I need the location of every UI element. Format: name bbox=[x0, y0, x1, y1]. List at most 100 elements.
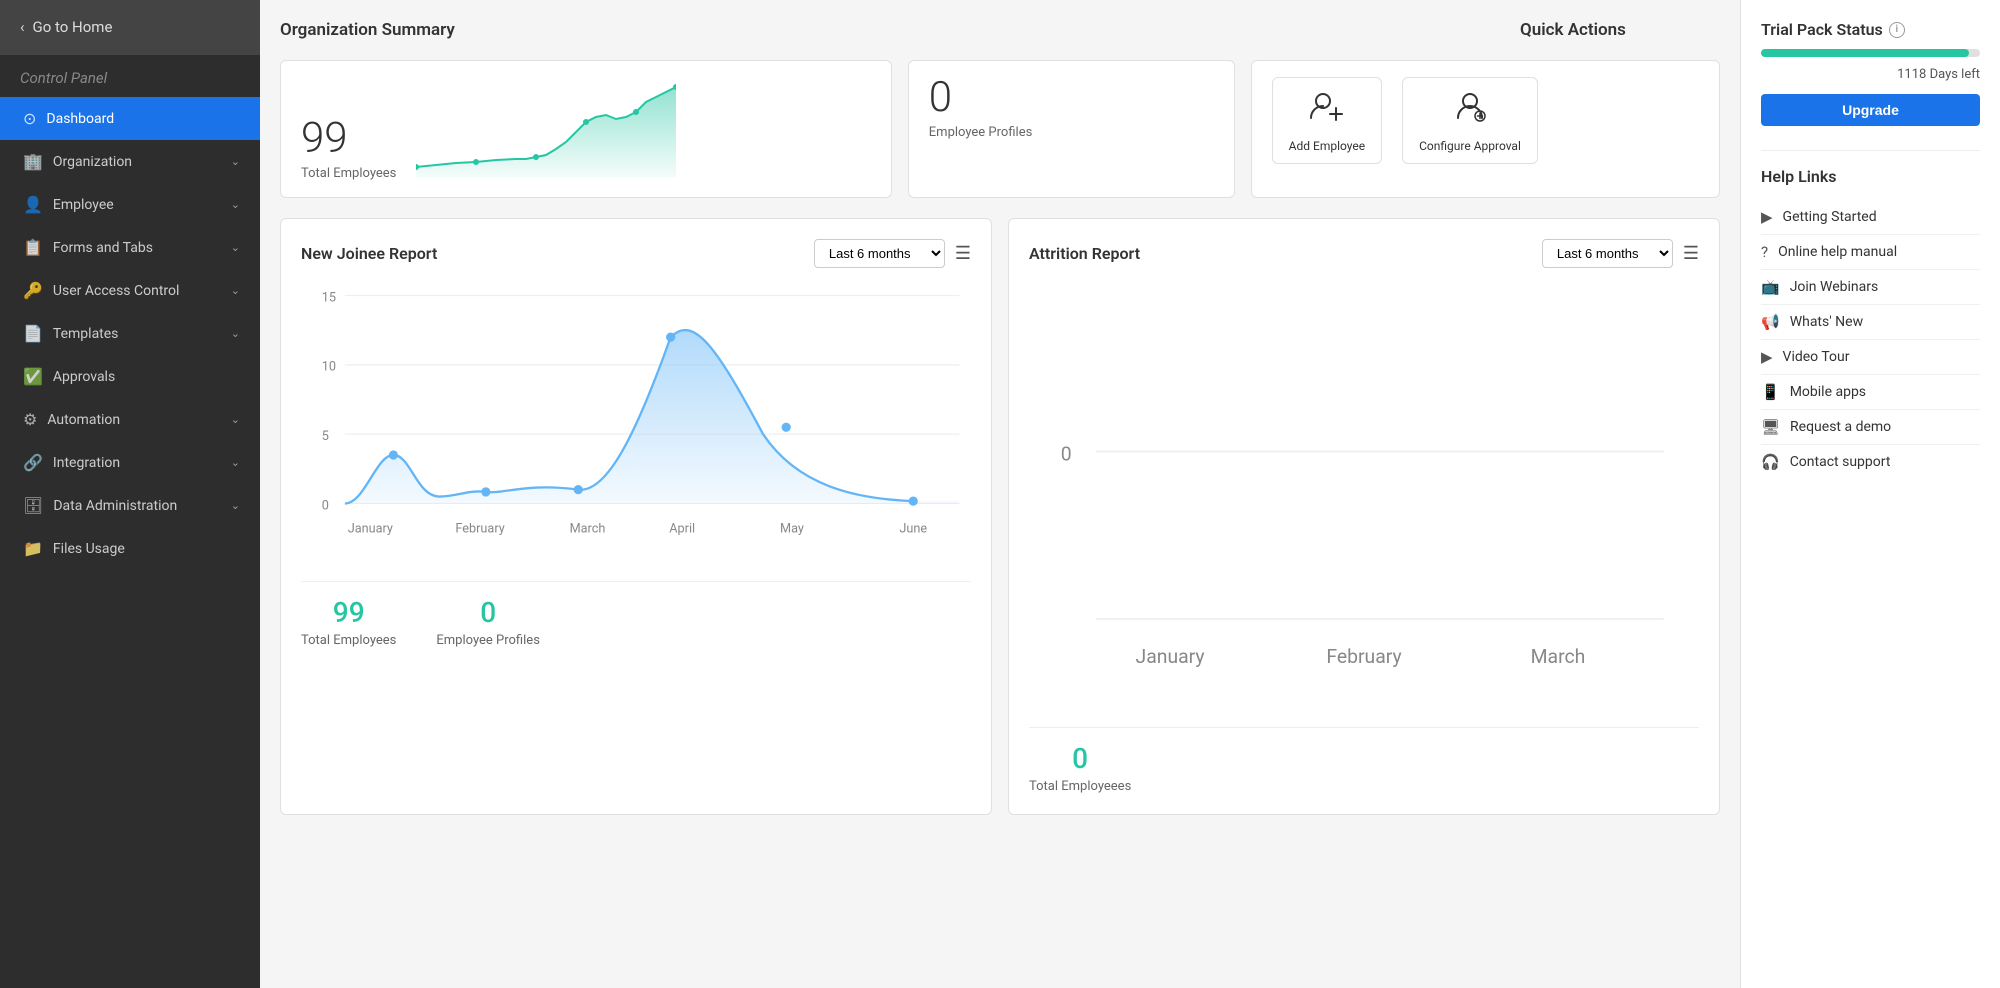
add-employee-icon bbox=[1309, 88, 1345, 131]
svg-text:0: 0 bbox=[322, 498, 329, 513]
add-employee-button[interactable]: Add Employee bbox=[1272, 77, 1382, 164]
days-left: 1118 Days left bbox=[1761, 67, 1980, 82]
svg-text:10: 10 bbox=[322, 360, 336, 375]
help-icon-request-demo: 🖥 bbox=[1761, 418, 1780, 436]
sidebar-item-left-approvals: ✅ Approvals bbox=[23, 367, 115, 386]
help-link-contact-support[interactable]: 🎧 Contact support bbox=[1761, 445, 1980, 479]
attrition-stats: 0 Total Employeees bbox=[1029, 727, 1699, 794]
help-link-mobile-apps[interactable]: 📱 Mobile apps bbox=[1761, 375, 1980, 410]
go-home-button[interactable]: ‹ Go to Home bbox=[0, 0, 260, 55]
help-icon-online-help: ? bbox=[1761, 243, 1768, 261]
new-joinee-period-dropdown[interactable]: Last 6 months Last 3 months Last 12 mont… bbox=[814, 239, 945, 268]
help-link-getting-started[interactable]: ▶ Getting Started bbox=[1761, 200, 1980, 235]
help-link-whats-new[interactable]: 📢 Whats' New bbox=[1761, 305, 1980, 340]
chevron-icon-integration: ⌄ bbox=[231, 456, 240, 469]
progress-bar-bg bbox=[1761, 49, 1980, 57]
sidebar-item-approvals[interactable]: ✅ Approvals bbox=[0, 355, 260, 398]
sidebar-item-left-employee: 👤 Employee bbox=[23, 195, 114, 214]
employee-profiles-card: 0 Employee Profiles bbox=[908, 60, 1235, 198]
svg-text:March: March bbox=[570, 521, 606, 536]
sidebar-item-forms-tabs[interactable]: 📋 Forms and Tabs ⌄ bbox=[0, 226, 260, 269]
sidebar-item-automation[interactable]: ⚙ Automation ⌄ bbox=[0, 398, 260, 441]
sidebar-item-left-forms-tabs: 📋 Forms and Tabs bbox=[23, 238, 153, 257]
help-label-mobile-apps: Mobile apps bbox=[1790, 384, 1866, 400]
upgrade-button[interactable]: Upgrade bbox=[1761, 94, 1980, 126]
sidebar-icon-integration: 🔗 bbox=[23, 453, 43, 472]
attrition-period-dropdown[interactable]: Last 6 months Last 3 months Last 12 mont… bbox=[1542, 239, 1673, 268]
chevron-icon-organization: ⌄ bbox=[231, 155, 240, 168]
configure-approval-button[interactable]: Configure Approval bbox=[1402, 77, 1538, 164]
svg-text:15: 15 bbox=[322, 290, 336, 305]
sidebar-item-templates[interactable]: 📄 Templates ⌄ bbox=[0, 312, 260, 355]
sparkline bbox=[416, 77, 870, 181]
sidebar-item-left-automation: ⚙ Automation bbox=[23, 410, 120, 429]
svg-text:February: February bbox=[455, 521, 504, 536]
help-icon-getting-started: ▶ bbox=[1761, 208, 1773, 226]
sidebar-label-integration: Integration bbox=[53, 455, 120, 471]
attrition-title: Attrition Report bbox=[1029, 244, 1140, 263]
svg-text:January: January bbox=[1136, 645, 1205, 668]
sidebar-item-dashboard[interactable]: ⊙ Dashboard bbox=[0, 97, 260, 140]
sidebar-item-left-organization: 🏢 Organization bbox=[23, 152, 132, 171]
help-link-join-webinars[interactable]: 📺 Join Webinars bbox=[1761, 270, 1980, 305]
new-joinee-stats: 99 Total Employees 0 Employee Profiles bbox=[301, 581, 971, 648]
sidebar-label-automation: Automation bbox=[47, 412, 120, 428]
trial-pack-title-text: Trial Pack Status bbox=[1761, 20, 1883, 39]
quick-actions-title: Quick Actions bbox=[1520, 20, 1720, 40]
employee-profiles-number: 0 bbox=[929, 77, 1214, 119]
sidebar-label-dashboard: Dashboard bbox=[46, 111, 114, 127]
sidebar-icon-approvals: ✅ bbox=[23, 367, 43, 386]
svg-text:0: 0 bbox=[1061, 442, 1072, 465]
sidebar-item-employee[interactable]: 👤 Employee ⌄ bbox=[0, 183, 260, 226]
sidebar-item-user-access[interactable]: 🔑 User Access Control ⌄ bbox=[0, 269, 260, 312]
attrition-report-card: Attrition Report Last 6 months Last 3 mo… bbox=[1008, 218, 1720, 815]
sidebar-icon-user-access: 🔑 bbox=[23, 281, 43, 300]
quick-actions-card: Add Employee Configure Approval bbox=[1251, 60, 1720, 198]
help-link-online-help[interactable]: ? Online help manual bbox=[1761, 235, 1980, 270]
main-content: Organization Summary Quick Actions 99 To… bbox=[260, 0, 1740, 988]
svg-text:June: June bbox=[899, 521, 927, 536]
sidebar-item-files-usage[interactable]: 📁 Files Usage bbox=[0, 527, 260, 570]
sidebar: ‹ Go to Home Control Panel ⊙ Dashboard 🏢… bbox=[0, 0, 260, 988]
help-label-video-tour: Video Tour bbox=[1783, 349, 1850, 365]
svg-text:January: January bbox=[348, 521, 393, 536]
new-joinee-stat-1-label: Total Employees bbox=[301, 633, 396, 648]
sidebar-icon-employee: 👤 bbox=[23, 195, 43, 214]
configure-approval-label: Configure Approval bbox=[1419, 139, 1521, 153]
chevron-icon-user-access: ⌄ bbox=[231, 284, 240, 297]
help-label-request-demo: Request a demo bbox=[1790, 419, 1891, 435]
sidebar-icon-forms-tabs: 📋 bbox=[23, 238, 43, 257]
help-link-request-demo[interactable]: 🖥 Request a demo bbox=[1761, 410, 1980, 445]
sidebar-item-left-templates: 📄 Templates bbox=[23, 324, 118, 343]
new-joinee-title: New Joinee Report bbox=[301, 244, 437, 263]
svg-text:5: 5 bbox=[322, 429, 329, 444]
control-panel-title: Control Panel bbox=[0, 55, 260, 97]
sidebar-item-left-user-access: 🔑 User Access Control bbox=[23, 281, 179, 300]
sidebar-label-user-access: User Access Control bbox=[53, 283, 180, 299]
new-joinee-stat-2-label: Employee Profiles bbox=[436, 633, 540, 648]
sidebar-icon-automation: ⚙ bbox=[23, 410, 37, 429]
sidebar-icon-dashboard: ⊙ bbox=[23, 109, 36, 128]
info-icon[interactable]: i bbox=[1889, 22, 1905, 38]
employee-profiles-label: Employee Profiles bbox=[929, 125, 1214, 140]
help-links-section: Help Links ▶ Getting Started ? Online he… bbox=[1761, 167, 1980, 479]
help-link-video-tour[interactable]: ▶ Video Tour bbox=[1761, 340, 1980, 375]
chevron-icon-employee: ⌄ bbox=[231, 198, 240, 211]
new-joinee-stat-2-num: 0 bbox=[480, 596, 496, 629]
sparkline-svg bbox=[416, 77, 676, 177]
help-icon-whats-new: 📢 bbox=[1761, 313, 1780, 331]
sidebar-item-integration[interactable]: 🔗 Integration ⌄ bbox=[0, 441, 260, 484]
configure-approval-icon bbox=[1452, 88, 1488, 131]
new-joinee-chart-svg: 15 10 5 0 bbox=[301, 284, 971, 561]
attrition-menu-icon[interactable]: ☰ bbox=[1683, 243, 1699, 264]
sidebar-item-left-files-usage: 📁 Files Usage bbox=[23, 539, 125, 558]
sidebar-item-organization[interactable]: 🏢 Organization ⌄ bbox=[0, 140, 260, 183]
sidebar-label-forms-tabs: Forms and Tabs bbox=[53, 240, 153, 256]
help-icon-contact-support: 🎧 bbox=[1761, 453, 1780, 471]
new-joinee-stat-1-num: 99 bbox=[333, 596, 365, 629]
sidebar-item-data-admin[interactable]: 🗄 Data Administration ⌄ bbox=[0, 484, 260, 527]
svg-text:May: May bbox=[780, 521, 804, 536]
go-home-label: Go to Home bbox=[33, 18, 113, 36]
chevron-icon-templates: ⌄ bbox=[231, 327, 240, 340]
new-joinee-menu-icon[interactable]: ☰ bbox=[955, 243, 971, 264]
